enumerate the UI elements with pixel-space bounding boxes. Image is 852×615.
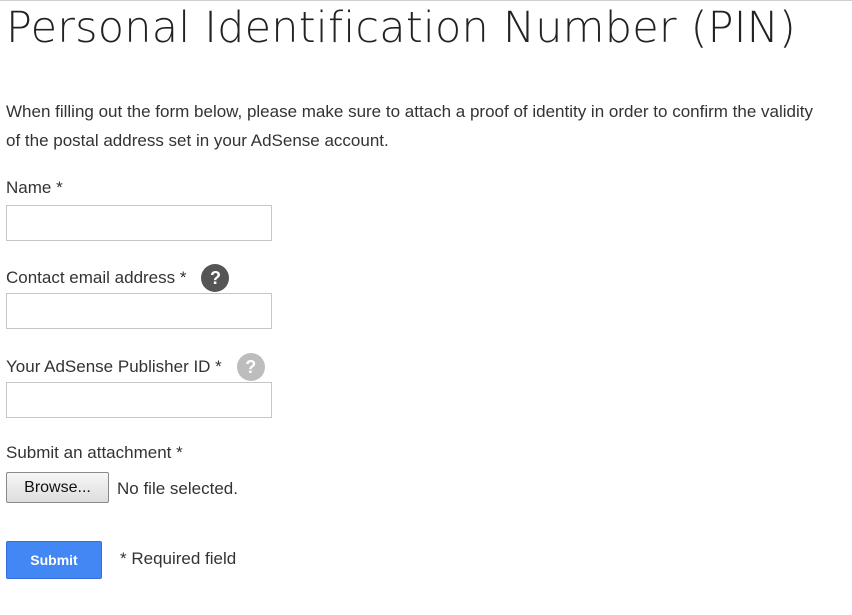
- attachment-label-text: Submit an attachment *: [6, 443, 183, 462]
- publisher-id-input[interactable]: [6, 382, 272, 418]
- publisher-id-label-text: Your AdSense Publisher ID *: [6, 357, 222, 376]
- name-label-text: Name *: [6, 178, 63, 197]
- email-label-text: Contact email address *: [6, 268, 187, 287]
- name-input[interactable]: [6, 205, 272, 241]
- email-label: Contact email address * ?: [6, 264, 230, 292]
- page-title: Personal Identification Number (PIN): [6, 3, 796, 53]
- attachment-label: Submit an attachment *: [6, 442, 183, 464]
- email-input[interactable]: [6, 293, 272, 329]
- publisher-id-label: Your AdSense Publisher ID * ?: [6, 353, 265, 381]
- name-label: Name *: [6, 177, 63, 199]
- publisher-id-help-icon[interactable]: ?: [236, 353, 265, 381]
- submit-button[interactable]: Submit: [6, 541, 102, 579]
- intro-text: When filling out the form below, please …: [6, 102, 813, 150]
- file-status-text: No file selected.: [117, 479, 238, 498]
- browse-button[interactable]: Browse...: [6, 472, 109, 503]
- email-help-icon[interactable]: ?: [201, 264, 230, 292]
- required-field-note: * Required field: [120, 549, 237, 568]
